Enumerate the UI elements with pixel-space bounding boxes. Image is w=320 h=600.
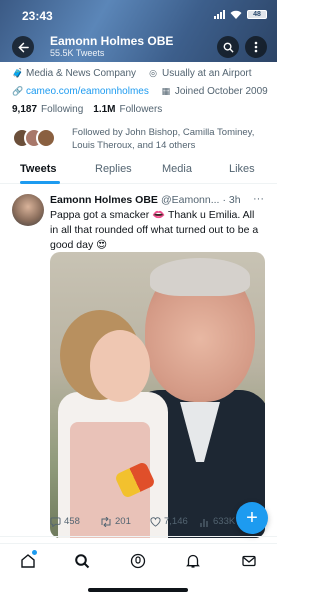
home-indicator <box>88 588 188 592</box>
more-options-button[interactable] <box>245 36 267 58</box>
location-icon: ◎ <box>149 67 157 78</box>
bell-icon <box>186 554 200 568</box>
nav-spaces[interactable] <box>129 552 147 570</box>
compose-tweet-button[interactable]: + <box>236 502 268 534</box>
tweet-photo[interactable] <box>50 252 265 538</box>
more-vertical-icon <box>254 41 258 53</box>
arrow-left-icon <box>17 42 29 52</box>
back-button[interactable] <box>12 36 34 58</box>
like-count: 7,146 <box>164 516 188 527</box>
view-count: 633K <box>213 516 236 527</box>
status-bar: 23:43 48 <box>0 6 277 26</box>
photo-shape <box>150 258 250 296</box>
plus-icon: + <box>246 506 258 529</box>
following-label[interactable]: Following <box>41 104 83 115</box>
status-time: 23:43 <box>22 9 53 23</box>
tab-replies[interactable]: Replies <box>95 163 132 175</box>
nav-messages[interactable] <box>240 552 258 570</box>
header-title: Eamonn Holmes OBE 55.5K Tweets <box>50 34 173 58</box>
following-count[interactable]: 9,187 <box>12 104 37 115</box>
nav-search[interactable] <box>73 552 91 570</box>
retweet-button[interactable]: 201 <box>100 516 131 527</box>
followed-by-row[interactable]: Followed by John Bishop, Camilla Tominey… <box>12 124 270 156</box>
profile-location: Usually at an Airport <box>162 67 252 79</box>
avatar[interactable] <box>12 194 44 226</box>
profile-website-link[interactable]: cameo.com/eamonnholmes <box>26 86 149 97</box>
tab-likes[interactable]: Likes <box>229 163 255 175</box>
battery-icon: 48 <box>247 10 267 19</box>
profile-joined-date: Joined October 2009 <box>174 85 268 97</box>
reply-count: 458 <box>64 516 80 527</box>
tab-tweets[interactable]: Tweets <box>20 163 56 175</box>
tweet-text: Pappa got a smacker 👄 Thank u Emilia. Al… <box>50 209 259 251</box>
nav-home[interactable] <box>19 550 37 570</box>
briefcase-icon: 🧳 <box>12 67 24 78</box>
wifi-icon <box>230 10 242 19</box>
active-tab-indicator <box>20 181 60 184</box>
profile-nav-bar: Eamonn Holmes OBE 55.5K Tweets <box>0 34 277 60</box>
retweet-icon <box>101 516 111 527</box>
signal-icon <box>214 10 225 19</box>
tweet-more-icon[interactable]: ··· <box>253 193 264 205</box>
reply-icon <box>50 516 61 527</box>
follower-avatar <box>36 128 56 148</box>
tab-media[interactable]: Media <box>162 163 192 175</box>
profile-meta-row-2: 🔗 cameo.com/eamonnholmes ▦ Joined Octobe… <box>12 82 270 100</box>
header-name: Eamonn Holmes OBE <box>50 34 174 48</box>
profile-meta-row-1: 🧳 Media & News Company ◎ Usually at an A… <box>12 64 270 82</box>
tweet-author-handle[interactable]: @Eamonn... <box>161 194 220 206</box>
followers-count[interactable]: 1.1M <box>93 104 115 115</box>
home-icon <box>21 554 35 568</box>
battery-level: 48 <box>253 11 261 18</box>
reply-button[interactable]: 458 <box>50 516 80 527</box>
follow-counts: 9,187 Following 1.1M Followers <box>12 100 270 118</box>
followed-by-text: Followed by John Bishop, Camilla Tominey… <box>72 127 255 151</box>
like-button[interactable]: 7,146 <box>150 516 188 527</box>
spaces-icon <box>130 553 146 569</box>
search-icon <box>223 42 234 53</box>
tweet-actions: 458 201 7,146 633K <box>50 516 250 532</box>
followers-label[interactable]: Followers <box>120 104 163 115</box>
heart-icon <box>150 516 161 527</box>
profile-info: 🧳 Media & News Company ◎ Usually at an A… <box>12 64 270 118</box>
tweet-header: Eamonn Holmes OBE @Eamonn... · 3h ··· <box>50 193 270 206</box>
search-icon <box>75 554 90 569</box>
header-tweet-count: 55.5K Tweets <box>50 48 105 58</box>
tweet-time: · 3h <box>222 194 241 206</box>
tweet-author-name[interactable]: Eamonn Holmes OBE <box>50 194 158 206</box>
envelope-icon <box>242 555 256 567</box>
views-button[interactable]: 633K <box>200 516 235 527</box>
notification-dot <box>32 550 37 555</box>
profile-category: Media & News Company <box>26 67 137 79</box>
retweet-count: 201 <box>115 516 131 527</box>
photo-shape <box>90 330 150 402</box>
divider <box>0 536 277 537</box>
search-button[interactable] <box>217 36 239 58</box>
link-icon: 🔗 <box>12 85 24 96</box>
bottom-navigation <box>0 543 277 577</box>
views-icon <box>200 518 208 527</box>
status-icons: 48 <box>214 10 267 19</box>
calendar-icon: ▦ <box>161 85 171 96</box>
nav-notifications[interactable] <box>184 552 202 570</box>
profile-tabs: Tweets Replies Media Likes <box>0 158 277 184</box>
